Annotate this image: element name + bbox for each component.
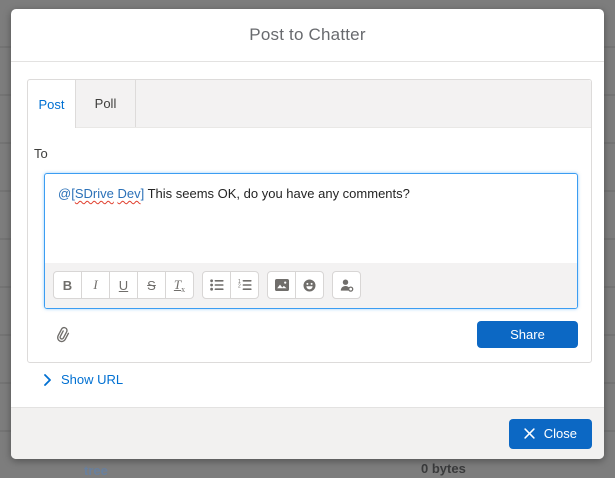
show-url-toggle[interactable]: Show URL <box>44 372 123 387</box>
text-style-group: B I U S Tx <box>53 271 194 299</box>
emoji-icon <box>303 279 316 292</box>
bold-icon: B <box>63 278 72 293</box>
close-button[interactable]: Close <box>509 419 592 449</box>
numbered-list-button[interactable]: 12 <box>230 271 259 299</box>
list-group: 12 <box>202 271 259 299</box>
bold-button[interactable]: B <box>53 271 82 299</box>
bullet-list-button[interactable] <box>202 271 231 299</box>
italic-button[interactable]: I <box>81 271 110 299</box>
to-label: To <box>34 146 591 161</box>
share-button[interactable]: Share <box>477 321 578 348</box>
modal-footer: Close <box>11 407 604 459</box>
post-to-chatter-modal: Post to Chatter Post Poll To @[SDrive De… <box>11 9 604 459</box>
mention-word-1: SDrive <box>75 186 114 201</box>
mention-prefix: @[ <box>58 186 75 201</box>
tab-bar: Post Poll <box>28 80 591 128</box>
emoji-button[interactable] <box>295 271 324 299</box>
strikethrough-button[interactable]: S <box>137 271 166 299</box>
mention-link[interactable]: @[SDrive Dev] <box>58 186 144 201</box>
close-label: Close <box>544 426 577 441</box>
close-icon <box>524 428 535 439</box>
message-text: This seems OK, do you have any comments? <box>144 186 410 201</box>
bg-file-size: 0 bytes <box>421 461 466 476</box>
paperclip-icon <box>53 324 73 345</box>
numbered-list-icon: 12 <box>238 279 252 291</box>
media-group <box>267 271 324 299</box>
modal-title: Post to Chatter <box>249 25 365 45</box>
image-icon <box>275 279 289 291</box>
modal-body: Post Poll To @[SDrive Dev] This seems OK… <box>11 62 604 407</box>
chevron-right-icon <box>44 374 52 386</box>
tab-post[interactable]: Post <box>28 80 76 128</box>
attach-file-button[interactable] <box>56 327 70 343</box>
message-input[interactable]: @[SDrive Dev] This seems OK, do you have… <box>45 174 577 263</box>
underline-button[interactable]: U <box>109 271 138 299</box>
add-user-icon <box>340 279 354 292</box>
insert-image-button[interactable] <box>267 271 296 299</box>
editor-actions-row: Share <box>44 321 578 348</box>
mention-word-2: Dev <box>117 186 140 201</box>
message-editor: @[SDrive Dev] This seems OK, do you have… <box>44 173 578 309</box>
mention-user-button[interactable] <box>332 271 361 299</box>
mention-group <box>332 271 361 299</box>
strikethrough-icon: S <box>147 278 156 293</box>
format-toolbar: B I U S Tx 12 <box>45 263 577 308</box>
clear-formatting-icon: Tx <box>174 277 185 294</box>
underline-icon: U <box>119 278 128 293</box>
chatter-card: Post Poll To @[SDrive Dev] This seems OK… <box>27 79 592 363</box>
bg-file-name: tree <box>84 463 108 478</box>
clear-formatting-button[interactable]: Tx <box>165 271 194 299</box>
svg-text:2: 2 <box>238 283 241 289</box>
show-url-label: Show URL <box>61 372 123 387</box>
bullet-list-icon <box>210 279 224 291</box>
italic-icon: I <box>93 277 97 293</box>
tab-poll[interactable]: Poll <box>76 80 136 127</box>
modal-header: Post to Chatter <box>11 9 604 62</box>
